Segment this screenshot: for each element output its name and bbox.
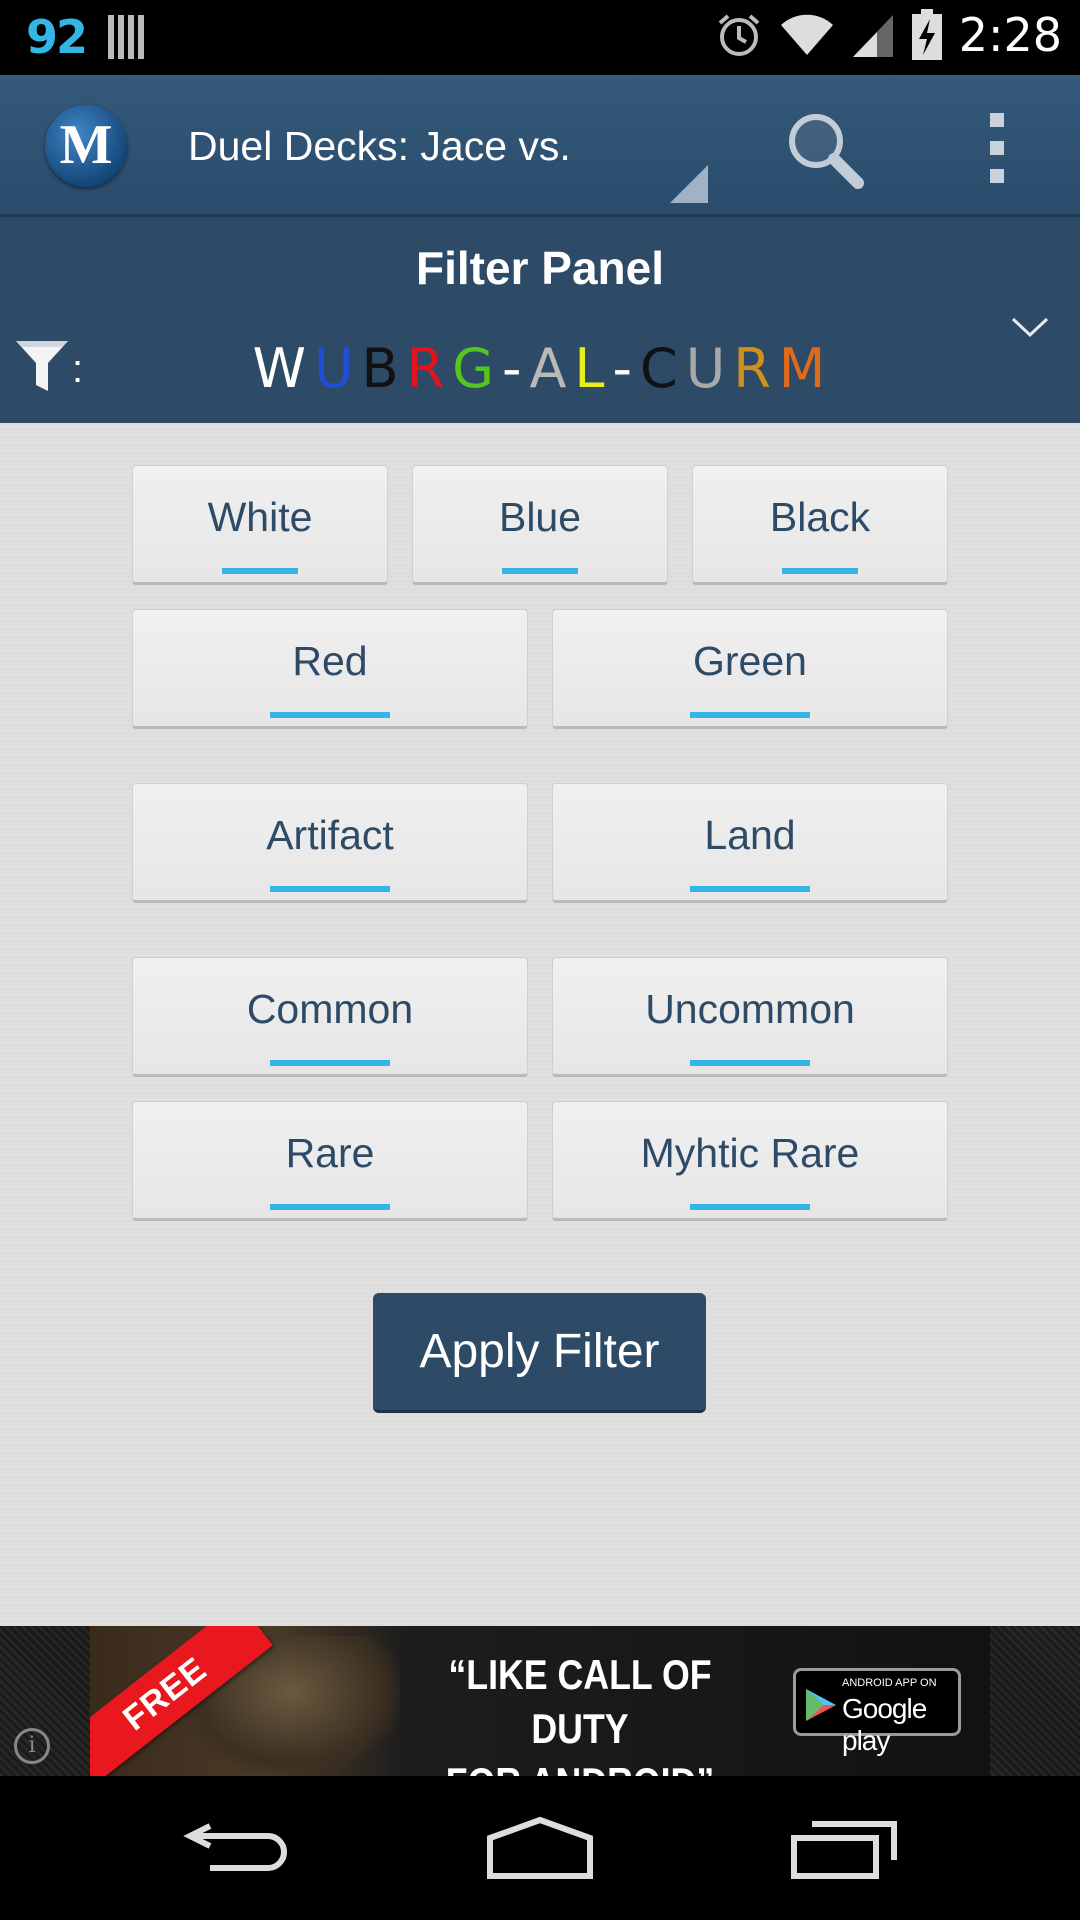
- toggle-label: Land: [704, 811, 796, 858]
- ad-banner[interactable]: FREE “LIKE CALL OF DUTY FOR ANDROID” AND…: [90, 1626, 990, 1776]
- toggle-label: Blue: [498, 493, 582, 540]
- summary-letter: C: [640, 337, 680, 400]
- apply-filter-button[interactable]: Apply Filter: [373, 1293, 706, 1413]
- toggle-label: White: [207, 493, 313, 540]
- filter-summary: WUBRG-AL-CURM: [0, 337, 1080, 400]
- toggle-indicator: [502, 568, 578, 574]
- recent-apps-icon[interactable]: [782, 1812, 902, 1884]
- toggle-label: Myhtic Rare: [640, 1129, 860, 1176]
- apply-filter-label: Apply Filter: [419, 1325, 660, 1378]
- summary-letter: -: [612, 337, 635, 400]
- toggle-common[interactable]: Common: [132, 957, 528, 1077]
- toggle-indicator: [270, 886, 390, 892]
- filter-header[interactable]: Filter Panel : WUBRG-AL-CURM: [0, 217, 1080, 423]
- toggle-label: Common: [246, 985, 414, 1032]
- alarm-icon: [718, 14, 760, 56]
- summary-letter: U: [685, 337, 728, 400]
- summary-letter: R: [406, 337, 447, 400]
- toggle-green[interactable]: Green: [552, 609, 948, 729]
- toggle-label: Uncommon: [645, 985, 855, 1032]
- ad-headline-line2: FOR ANDROID”: [402, 1756, 759, 1776]
- toggle-indicator: [690, 1204, 810, 1210]
- app-logo-letter: M: [59, 114, 113, 176]
- toggle-label: Artifact: [266, 811, 394, 858]
- toggle-indicator: [270, 712, 390, 718]
- status-bar: 92 2:28: [0, 0, 1080, 75]
- toggle-indicator: [270, 1060, 390, 1066]
- toggle-indicator: [222, 568, 298, 574]
- toggle-label: Rare: [285, 1129, 375, 1176]
- play-store-icon: [806, 1689, 836, 1721]
- notification-count: 92: [26, 10, 88, 64]
- ad-strip: i FREE “LIKE CALL OF DUTY FOR ANDROID” A…: [0, 1626, 1080, 1776]
- toggle-white[interactable]: White: [132, 465, 388, 585]
- summary-letter: G: [452, 337, 496, 400]
- summary-letter: -: [501, 337, 524, 400]
- summary-letter: R: [733, 337, 773, 400]
- navigation-bar: [0, 1776, 1080, 1920]
- summary-letter: A: [529, 337, 569, 400]
- summary-letter: M: [778, 337, 828, 400]
- filter-panel-title: Filter Panel: [416, 242, 664, 294]
- action-bar: M Duel Decks: Jace vs.: [0, 75, 1080, 217]
- summary-letter: B: [361, 337, 401, 400]
- summary-letter: W: [252, 337, 308, 400]
- toggle-indicator: [270, 1204, 390, 1210]
- summary-letter: L: [574, 337, 607, 400]
- toggle-artifact[interactable]: Artifact: [132, 783, 528, 903]
- toggle-indicator: [690, 712, 810, 718]
- store-big-text: Google play: [842, 1693, 927, 1756]
- barcode-icon: [108, 15, 145, 59]
- store-small-text: ANDROID APP ON: [842, 1677, 937, 1689]
- wifi-icon: [780, 14, 833, 56]
- spinner-arrow-icon: [670, 165, 708, 203]
- back-icon[interactable]: [180, 1812, 300, 1884]
- toggle-indicator: [782, 568, 858, 574]
- home-icon[interactable]: [480, 1812, 600, 1884]
- toggle-rare[interactable]: Rare: [132, 1101, 528, 1221]
- clock: 2:28: [958, 8, 1062, 62]
- app-logo[interactable]: M: [45, 105, 127, 187]
- toggle-label: Green: [693, 637, 807, 684]
- toggle-mythic-rare[interactable]: Myhtic Rare: [552, 1101, 948, 1221]
- toggle-uncommon[interactable]: Uncommon: [552, 957, 948, 1077]
- toggle-label: Black: [769, 493, 871, 540]
- toggle-indicator: [690, 1060, 810, 1066]
- toggle-blue[interactable]: Blue: [412, 465, 668, 585]
- ad-headline-line1: “LIKE CALL OF DUTY: [448, 1651, 712, 1752]
- overflow-menu-icon[interactable]: [980, 113, 1014, 183]
- set-spinner-label: Duel Decks: Jace vs.: [188, 123, 571, 169]
- battery-charging-icon: [911, 9, 942, 60]
- ad-headline: “LIKE CALL OF DUTY FOR ANDROID”: [402, 1648, 759, 1776]
- ad-info-icon[interactable]: i: [14, 1728, 50, 1764]
- search-icon[interactable]: [780, 105, 870, 195]
- toggle-label: Red: [292, 637, 368, 684]
- google-play-badge[interactable]: ANDROID APP ON Google play: [793, 1668, 961, 1756]
- toggle-black[interactable]: Black: [692, 465, 948, 585]
- toggle-indicator: [690, 886, 810, 892]
- toggle-land[interactable]: Land: [552, 783, 948, 903]
- toggle-red[interactable]: Red: [132, 609, 528, 729]
- summary-letter: U: [314, 337, 356, 400]
- signal-icon: [852, 15, 893, 57]
- filter-panel: White Blue Black Red Green Artifact Land…: [0, 423, 1080, 1626]
